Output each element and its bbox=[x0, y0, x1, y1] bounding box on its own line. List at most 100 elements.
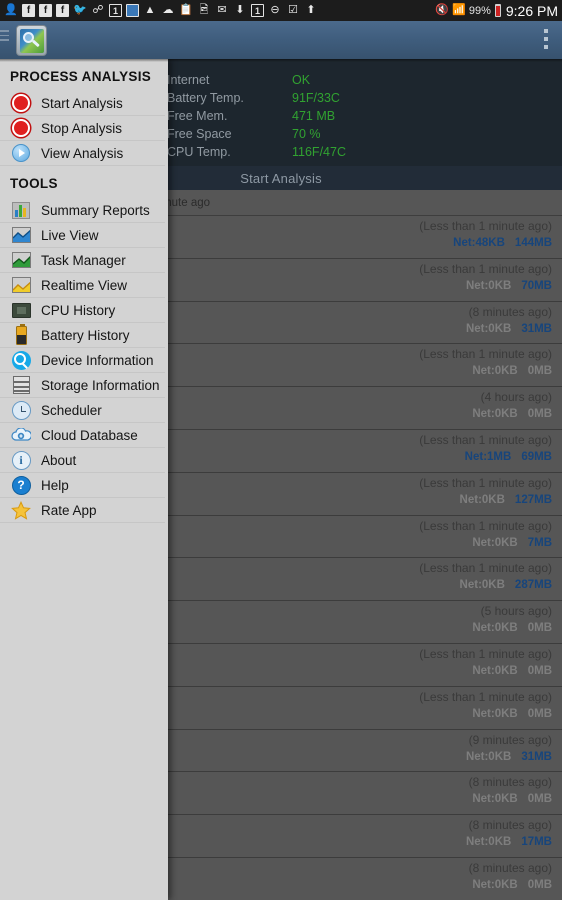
net-usage: Net:0KB bbox=[472, 408, 518, 421]
record-icon bbox=[10, 117, 32, 139]
sidebar-item-label: Task Manager bbox=[41, 252, 126, 268]
sidebar-item-live-view[interactable]: Live View bbox=[0, 223, 165, 248]
net-mem-line: Net:0KB 287MB bbox=[460, 579, 552, 591]
person-share-icon: 👤 bbox=[4, 4, 18, 16]
summary-label: Battery Temp. bbox=[167, 91, 244, 105]
last-seen-label: (Less than 1 minute ago) bbox=[419, 347, 552, 362]
bar-chart-icon bbox=[10, 199, 32, 221]
sidebar-item-label: Realtime View bbox=[41, 277, 128, 293]
sidebar-item-cpu-history[interactable]: CPU History bbox=[0, 298, 165, 323]
net-mem-line: Net:0KB 31MB bbox=[466, 323, 552, 335]
hamburger-icon[interactable] bbox=[0, 30, 9, 41]
sidebar-item-label: Help bbox=[41, 477, 69, 493]
last-seen-label: (9 minutes ago) bbox=[468, 732, 552, 747]
summary-right-value: 91F/33C bbox=[292, 91, 340, 105]
sidebar-item-summary-reports[interactable]: Summary Reports bbox=[0, 198, 165, 223]
sidebar-item-label: Storage Information bbox=[41, 377, 160, 393]
summary-label: CPU Temp. bbox=[167, 145, 231, 159]
sidebar-item-label: CPU History bbox=[41, 302, 116, 318]
sidebar-item-task-manager[interactable]: Task Manager bbox=[0, 248, 165, 273]
app-action-bar bbox=[0, 21, 562, 59]
net-usage: Net:0KB bbox=[472, 878, 518, 891]
last-seen-label: (Less than 1 minute ago) bbox=[419, 475, 552, 490]
sidebar-item-storage-information[interactable]: Storage Information bbox=[0, 373, 165, 398]
mem-usage: 0MB bbox=[527, 878, 552, 891]
last-seen-label: (Less than 1 minute ago) bbox=[419, 261, 552, 276]
sidebar-item-scheduler[interactable]: Scheduler bbox=[0, 398, 165, 423]
battery-icon bbox=[10, 323, 32, 346]
summary-label: Internet bbox=[167, 73, 210, 87]
mem-usage: 287MB bbox=[514, 579, 552, 592]
upload-icon: ⬆ bbox=[306, 4, 316, 16]
record-icon bbox=[10, 92, 32, 114]
mem-usage: 0MB bbox=[527, 408, 552, 421]
mem-usage: 31MB bbox=[521, 750, 552, 763]
sidebar-item-start-analysis[interactable]: Start Analysis bbox=[0, 91, 165, 116]
mem-usage: 70MB bbox=[521, 279, 552, 292]
net-mem-line: Net:1MB 69MB bbox=[465, 451, 552, 463]
sidebar-item-label: Start Analysis bbox=[41, 95, 123, 111]
net-mem-line: Net:0KB 7MB bbox=[472, 537, 552, 549]
status-system-icons: 🔇 📶 99% 9:26 PM bbox=[435, 3, 558, 19]
navigation-drawer[interactable]: PROCESS ANALYSIS Start Analysis Stop Analy… bbox=[0, 59, 168, 900]
net-usage: Net:0KB bbox=[459, 493, 505, 506]
facebook-icon: f bbox=[22, 4, 35, 17]
sidebar-item-label: Summary Reports bbox=[41, 202, 150, 218]
net-usage: Net:0KB bbox=[472, 622, 518, 635]
net-mem-line: Net:0KB 0MB bbox=[472, 708, 552, 720]
sidebar-item-rate-app[interactable]: Rate App bbox=[0, 498, 165, 523]
last-seen-label: (Less than 1 minute ago) bbox=[419, 689, 552, 704]
sidebar-item-help[interactable]: ? Help bbox=[0, 473, 165, 498]
net-mem-line: Net:0KB 0MB bbox=[472, 622, 552, 634]
mem-usage: 0MB bbox=[527, 664, 552, 677]
net-mem-line: Net:0KB 0MB bbox=[472, 408, 552, 420]
area-chart-blue-icon bbox=[10, 224, 32, 246]
star-icon bbox=[10, 499, 32, 521]
sidebar-item-label: Cloud Database bbox=[41, 427, 138, 443]
sidebar-item-label: Stop Analysis bbox=[41, 120, 123, 136]
warning-icon: ▲ bbox=[144, 4, 156, 16]
summary-right-value: OK bbox=[292, 73, 311, 87]
last-seen-label: (8 minutes ago) bbox=[468, 860, 552, 875]
mem-usage: 0MB bbox=[527, 793, 552, 806]
last-seen-label: (Less than 1 minute ago) bbox=[419, 646, 552, 661]
sidebar-item-label: View Analysis bbox=[41, 145, 124, 161]
screen: 👤 f f f 🐦 ☍ 1 ▲ ☁ 📋 🖻 ✉ ⬇ 1 ⊖ ☑ ⬆ 🔇 📶 99… bbox=[0, 0, 562, 900]
sidebar-item-realtime-view[interactable]: Realtime View bbox=[0, 273, 165, 298]
net-usage: Net:0KB bbox=[472, 365, 518, 378]
net-usage: Net:0KB bbox=[459, 579, 505, 592]
overflow-menu-icon[interactable] bbox=[544, 29, 548, 49]
facebook-icon: f bbox=[39, 4, 52, 17]
area-chart-yellow-icon bbox=[10, 274, 32, 296]
summary-right-value: 471 MB bbox=[292, 109, 336, 123]
net-usage: Net:0KB bbox=[465, 322, 512, 335]
sidebar-item-device-information[interactable]: Device Information bbox=[0, 348, 165, 373]
mail-icon: ✉ bbox=[217, 4, 227, 16]
last-seen-label: (Less than 1 minute ago) bbox=[419, 561, 552, 576]
area-chart-green-icon bbox=[10, 249, 32, 271]
net-mem-line: Net:0KB 17MB bbox=[466, 836, 552, 848]
mem-usage: 127MB bbox=[514, 493, 552, 506]
net-usage: Net:0KB bbox=[472, 707, 518, 720]
sidebar-item-label: Rate App bbox=[41, 502, 97, 518]
appbar-shadow bbox=[0, 59, 562, 62]
last-seen-label: (Less than 1 minute ago) bbox=[419, 219, 552, 233]
sidebar-item-view-analysis[interactable]: View Analysis bbox=[0, 141, 165, 166]
sidebar-item-battery-history[interactable]: Battery History bbox=[0, 323, 165, 348]
drawer-section-title: PROCESS ANALYSIS bbox=[10, 69, 152, 84]
do-not-disturb-icon: ⊖ bbox=[270, 4, 280, 16]
sidebar-item-about[interactable]: i About bbox=[0, 448, 165, 473]
mem-usage: 17MB bbox=[521, 836, 552, 849]
sim1-icon: 1 bbox=[109, 4, 122, 17]
net-mem-line: Net:0KB 70MB bbox=[466, 280, 552, 292]
sidebar-item-cloud-database[interactable]: Cloud Database bbox=[0, 423, 165, 448]
cloud-upload-icon bbox=[10, 424, 32, 446]
last-seen-label: (5 hours ago) bbox=[480, 604, 552, 619]
app-logo-icon bbox=[16, 25, 47, 56]
twitter-icon: 🐦 bbox=[73, 4, 87, 16]
sidebar-item-stop-analysis[interactable]: Stop Analysis bbox=[0, 116, 165, 141]
net-usage: Net:0KB bbox=[472, 664, 518, 677]
mem-usage: 144MB bbox=[514, 237, 552, 249]
cpu-chip-icon bbox=[10, 299, 32, 321]
net-usage: Net:48KB bbox=[453, 237, 505, 249]
